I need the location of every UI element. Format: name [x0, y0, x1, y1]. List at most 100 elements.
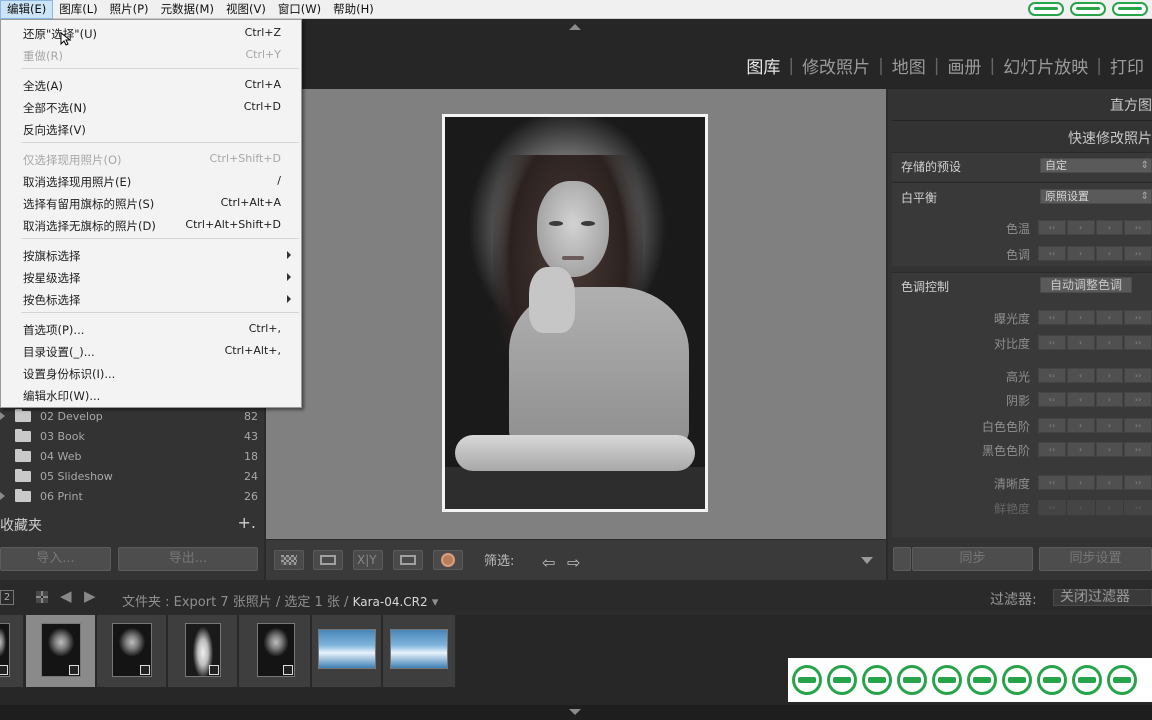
folder-row[interactable]: 02 Develop 82 — [0, 406, 258, 426]
menu-item-preferences[interactable]: 首选项(P)... Ctrl+, — [1, 319, 301, 339]
folder-row[interactable]: 05 Slideshow 24 — [0, 466, 258, 486]
step-up-large[interactable]: ›› — [1124, 418, 1152, 433]
secondary-display-button[interactable]: 2 — [0, 590, 14, 605]
menu-item-deselect-active[interactable]: 取消选择现用照片(E) / — [1, 171, 301, 191]
step-up-small[interactable]: › — [1095, 335, 1124, 350]
menu-item-select-none[interactable]: 全部不选(N) Ctrl+D — [1, 97, 301, 117]
shadows-stepper[interactable]: ‹‹ ‹ › ›› — [1038, 392, 1152, 407]
step-down-small[interactable]: ‹ — [1066, 246, 1095, 261]
sync-button[interactable]: 同步 — [912, 547, 1033, 571]
step-down-large[interactable]: ‹‹ — [1038, 392, 1066, 407]
menu-item-undo[interactable]: 还原"选择"(U) Ctrl+Z — [1, 23, 301, 43]
collapse-bottom-panel-icon[interactable] — [569, 709, 581, 715]
add-collection-icon[interactable]: +. — [238, 513, 257, 532]
step-down-large[interactable]: ‹‹ — [1038, 500, 1066, 515]
expand-triangle-icon[interactable] — [0, 492, 5, 500]
menu-help[interactable]: 帮助(H) — [327, 0, 380, 19]
blacks-stepper[interactable]: ‹‹ ‹ › ›› — [1038, 442, 1152, 457]
temp-stepper[interactable]: ‹‹ ‹ › ›› — [1038, 220, 1152, 235]
step-up-large[interactable]: ›› — [1124, 220, 1152, 235]
menu-edit[interactable]: 编辑(E) — [0, 0, 54, 19]
menu-view[interactable]: 视图(V) — [220, 0, 272, 19]
step-up-large[interactable]: ›› — [1124, 246, 1152, 261]
toolbar-dropdown-icon[interactable] — [861, 557, 873, 564]
filmstrip-thumb-cell[interactable] — [168, 615, 238, 687]
grid-view-icon[interactable] — [274, 550, 304, 570]
module-library[interactable]: 图库 — [738, 53, 788, 78]
filmstrip-thumb-cell[interactable] — [0, 615, 24, 687]
menu-item-edit-watermarks[interactable]: 编辑水印(W)... — [1, 385, 301, 405]
menu-photo[interactable]: 照片(P) — [104, 0, 155, 19]
saved-preset-select[interactable]: 自定 ⇕ — [1040, 158, 1152, 173]
filmstrip-thumb-cell[interactable] — [312, 615, 382, 687]
module-slideshow[interactable]: 幻灯片放映 — [995, 53, 1096, 78]
auto-tone-button[interactable]: 自动调整色调 — [1040, 277, 1132, 293]
path-dropdown-icon[interactable]: ▾ — [432, 595, 439, 610]
step-up-small[interactable]: › — [1095, 246, 1124, 261]
filmstrip-thumb-cell[interactable] — [383, 615, 456, 687]
menu-item-select-all[interactable]: 全选(A) Ctrl+A — [1, 75, 301, 95]
step-up-small[interactable]: › — [1095, 368, 1124, 383]
step-up-small[interactable]: › — [1095, 310, 1124, 325]
exposure-stepper[interactable]: ‹‹ ‹ › ›› — [1038, 310, 1152, 325]
arrow-left-icon[interactable]: ⇦ — [542, 553, 555, 572]
menu-item-redo[interactable]: 重做(R) Ctrl+Y — [1, 45, 301, 65]
people-view-icon[interactable] — [433, 550, 463, 570]
step-down-small[interactable]: ‹ — [1066, 475, 1095, 490]
whites-stepper[interactable]: ‹‹ ‹ › ›› — [1038, 418, 1152, 433]
vibrance-stepper[interactable]: ‹‹ ‹ › ›› — [1038, 500, 1152, 515]
step-down-large[interactable]: ‹‹ — [1038, 246, 1066, 261]
expand-triangle-icon[interactable] — [0, 412, 5, 420]
back-arrow-icon[interactable]: ◀ — [60, 587, 72, 605]
filmstrip-thumb-cell[interactable] — [239, 615, 311, 687]
menu-item-select-by-flag[interactable]: 按旗标选择 — [1, 245, 301, 265]
arrow-right-icon[interactable]: ⇨ — [567, 553, 580, 572]
module-book[interactable]: 画册 — [940, 53, 990, 78]
step-up-large[interactable]: ›› — [1124, 475, 1152, 490]
step-down-large[interactable]: ‹‹ — [1038, 335, 1066, 350]
grid-icon[interactable] — [36, 591, 48, 603]
menu-item-invert-selection[interactable]: 反向选择(V) — [1, 119, 301, 139]
step-up-small[interactable]: › — [1095, 220, 1124, 235]
filmstrip-thumb-cell-selected[interactable] — [26, 615, 96, 687]
step-up-large[interactable]: ›› — [1124, 368, 1152, 383]
menu-item-select-only-active[interactable]: 仅选择现用照片(O) Ctrl+Shift+D — [1, 149, 301, 169]
contrast-stepper[interactable]: ‹‹ ‹ › ›› — [1038, 335, 1152, 350]
sync-settings-button[interactable]: 同步设置 — [1039, 547, 1152, 571]
module-develop[interactable]: 修改照片 — [794, 53, 878, 78]
step-up-large[interactable]: ›› — [1124, 392, 1152, 407]
folder-row[interactable]: 03 Book 43 — [0, 426, 258, 446]
loupe-view-icon[interactable] — [313, 550, 343, 570]
collapse-top-panel-icon[interactable] — [569, 24, 581, 30]
source-path[interactable]: 文件夹 : Export 7 张照片 / 选定 1 张 / Kara-04.CR… — [122, 591, 438, 610]
step-down-large[interactable]: ‹‹ — [1038, 442, 1066, 457]
step-down-large[interactable]: ‹‹ — [1038, 418, 1066, 433]
import-button[interactable]: 导入... — [0, 547, 111, 571]
step-down-small[interactable]: ‹ — [1066, 442, 1095, 457]
survey-view-icon[interactable] — [393, 550, 423, 570]
quick-develop-title[interactable]: 快速修改照片 — [1068, 128, 1152, 148]
menu-metadata[interactable]: 元数据(M) — [155, 0, 220, 19]
folder-row[interactable]: 06 Print 26 — [0, 486, 258, 506]
step-up-small[interactable]: › — [1095, 392, 1124, 407]
sync-toggle[interactable] — [893, 547, 911, 571]
step-down-large[interactable]: ‹‹ — [1038, 220, 1066, 235]
export-button[interactable]: 导出... — [118, 547, 258, 571]
menu-window[interactable]: 窗口(W) — [272, 0, 327, 19]
forward-arrow-icon[interactable]: ▶ — [84, 587, 96, 605]
highlights-stepper[interactable]: ‹‹ ‹ › ›› — [1038, 368, 1152, 383]
menu-library[interactable]: 图库(L) — [53, 0, 103, 19]
step-down-large[interactable]: ‹‹ — [1038, 368, 1066, 383]
step-up-small[interactable]: › — [1095, 418, 1124, 433]
step-down-large[interactable]: ‹‹ — [1038, 475, 1066, 490]
menu-item-select-by-color[interactable]: 按色标选择 — [1, 289, 301, 309]
step-up-large[interactable]: ›› — [1124, 310, 1152, 325]
main-photo[interactable] — [442, 114, 708, 512]
step-down-small[interactable]: ‹ — [1066, 368, 1095, 383]
step-up-small[interactable]: › — [1095, 475, 1124, 490]
filter-select[interactable]: 关闭过滤器 — [1053, 589, 1152, 606]
clarity-stepper[interactable]: ‹‹ ‹ › ›› — [1038, 475, 1152, 490]
step-up-small[interactable]: › — [1095, 500, 1124, 515]
step-up-large[interactable]: ›› — [1124, 442, 1152, 457]
collections-header[interactable]: 收藏夹 +. — [0, 513, 264, 535]
